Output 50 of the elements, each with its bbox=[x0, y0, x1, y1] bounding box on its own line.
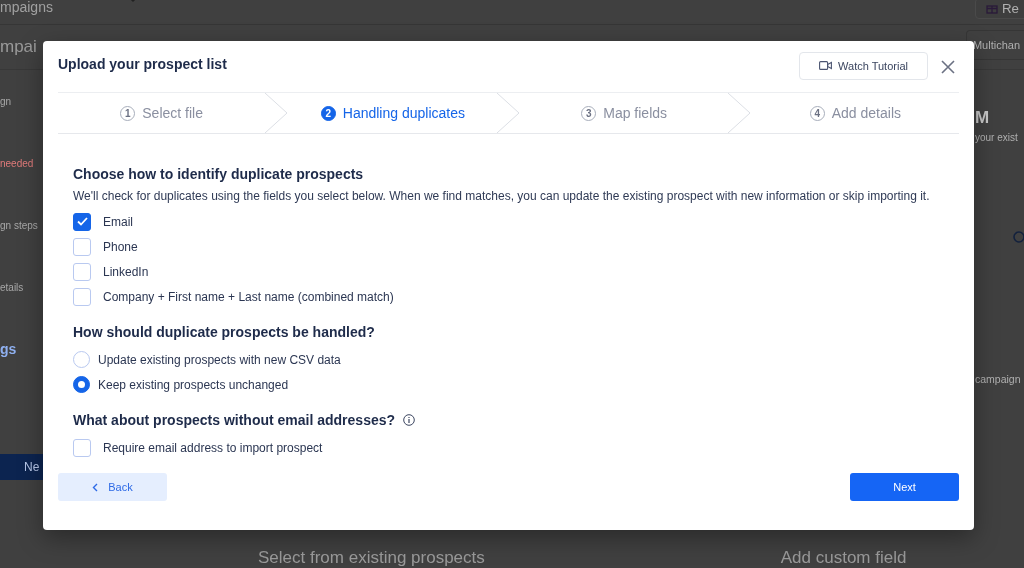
panel-text: your exist bbox=[975, 132, 1019, 143]
option-label: LinkedIn bbox=[103, 264, 149, 279]
modal-title: Upload your prospect list bbox=[58, 55, 228, 72]
step-tab[interactable]: 3 Map fields bbox=[520, 93, 728, 133]
checkbox[interactable] bbox=[73, 438, 91, 457]
checkbox[interactable] bbox=[73, 237, 91, 256]
info-icon[interactable] bbox=[403, 414, 416, 426]
option-label: Email bbox=[103, 214, 133, 229]
step-tab[interactable]: 4 Add details bbox=[751, 93, 959, 133]
sidebar-item[interactable]: gn bbox=[0, 95, 12, 107]
watch-tutorial-button[interactable]: Watch Tutorial bbox=[799, 51, 928, 80]
chevron-divider bbox=[265, 93, 290, 133]
chevron-divider bbox=[496, 93, 521, 133]
step-tab[interactable]: 2 Handling duplicates bbox=[289, 93, 497, 133]
section-heading: Choose how to identify duplicate prospects bbox=[73, 166, 364, 182]
section-description: We'll check for duplicates using the fields you select below. When we find matches, you can update the existing prospect with new information or skip importing it. bbox=[73, 189, 931, 203]
page-title: mpai bbox=[0, 37, 37, 57]
option-label: Phone bbox=[103, 239, 138, 254]
video-camera-icon bbox=[819, 61, 833, 70]
back-button[interactable]: Back bbox=[58, 473, 167, 501]
chevron-left-icon bbox=[92, 482, 99, 492]
step-tab[interactable]: 1 Select file bbox=[58, 93, 266, 133]
option-label: Company + First name + Last name (combined match) bbox=[103, 289, 394, 304]
checkmark-icon bbox=[76, 217, 88, 226]
step-number: 2 bbox=[320, 105, 336, 121]
sidebar-item[interactable]: etails bbox=[0, 281, 24, 293]
section-heading: How should duplicate prospects be handled? bbox=[73, 324, 375, 340]
close-icon[interactable] bbox=[940, 58, 956, 75]
sidebar-item[interactable]: gs bbox=[0, 341, 17, 357]
card-title: Add custom field bbox=[780, 548, 907, 568]
card-title: Select from existing prospects bbox=[258, 548, 485, 568]
sidebar-item[interactable]: gn steps bbox=[0, 219, 38, 231]
app-title: mpaigns bbox=[0, 0, 53, 15]
checkbox[interactable] bbox=[73, 212, 91, 231]
header-button[interactable]: Re bbox=[974, 0, 1024, 19]
option-label: Update existing prospects with new CSV data bbox=[98, 352, 341, 367]
radio-button[interactable] bbox=[73, 351, 90, 368]
panel-text: campaign bbox=[975, 373, 1022, 385]
checkbox[interactable] bbox=[73, 287, 91, 306]
chevron-divider bbox=[727, 93, 752, 133]
option-label: Require email address to import prospect bbox=[103, 440, 323, 455]
sidebar-item[interactable]: needed bbox=[0, 157, 34, 169]
next-button[interactable]: Ne bbox=[0, 454, 44, 480]
option-label: Keep existing prospects unchanged bbox=[98, 377, 289, 392]
next-button[interactable]: Next bbox=[850, 473, 959, 501]
panel-heading: M bbox=[975, 108, 991, 128]
radio-button[interactable] bbox=[73, 376, 90, 393]
section-heading: What about prospects without email addresses? bbox=[73, 412, 396, 428]
checkbox[interactable] bbox=[73, 262, 91, 281]
gift-icon bbox=[985, 2, 998, 14]
